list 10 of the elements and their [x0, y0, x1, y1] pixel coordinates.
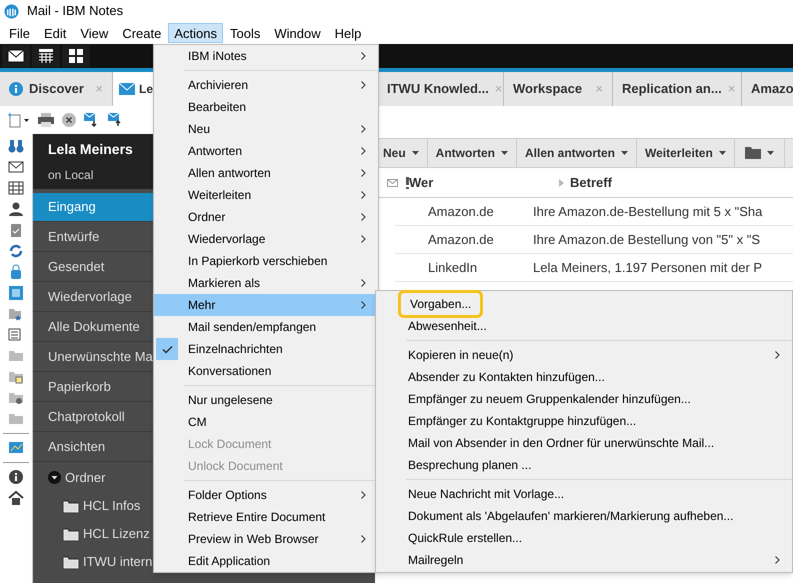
sender-cell-text: Amazon.de	[427, 230, 495, 249]
mailbox-owner: Lela Meiners	[48, 140, 133, 159]
subject-cell-text: Ihre Amazon.de Bestellung von "5" x "S	[533, 230, 760, 249]
subject-cell-text: Ihre Amazon.de-Bestellung mit 5 x "Sha	[533, 202, 762, 221]
subject-cell-text: Lela Meiners, 1.197 Personen mit der P	[533, 258, 762, 277]
highlight-frame: Vorgaben...	[398, 290, 484, 318]
window-title: Mail - IBM Notes	[27, 2, 124, 20]
sender-cell-text: Amazon.de	[427, 202, 495, 221]
mailbox-location: on Local	[48, 167, 94, 184]
sender-cell-text: LinkedIn	[427, 258, 478, 277]
